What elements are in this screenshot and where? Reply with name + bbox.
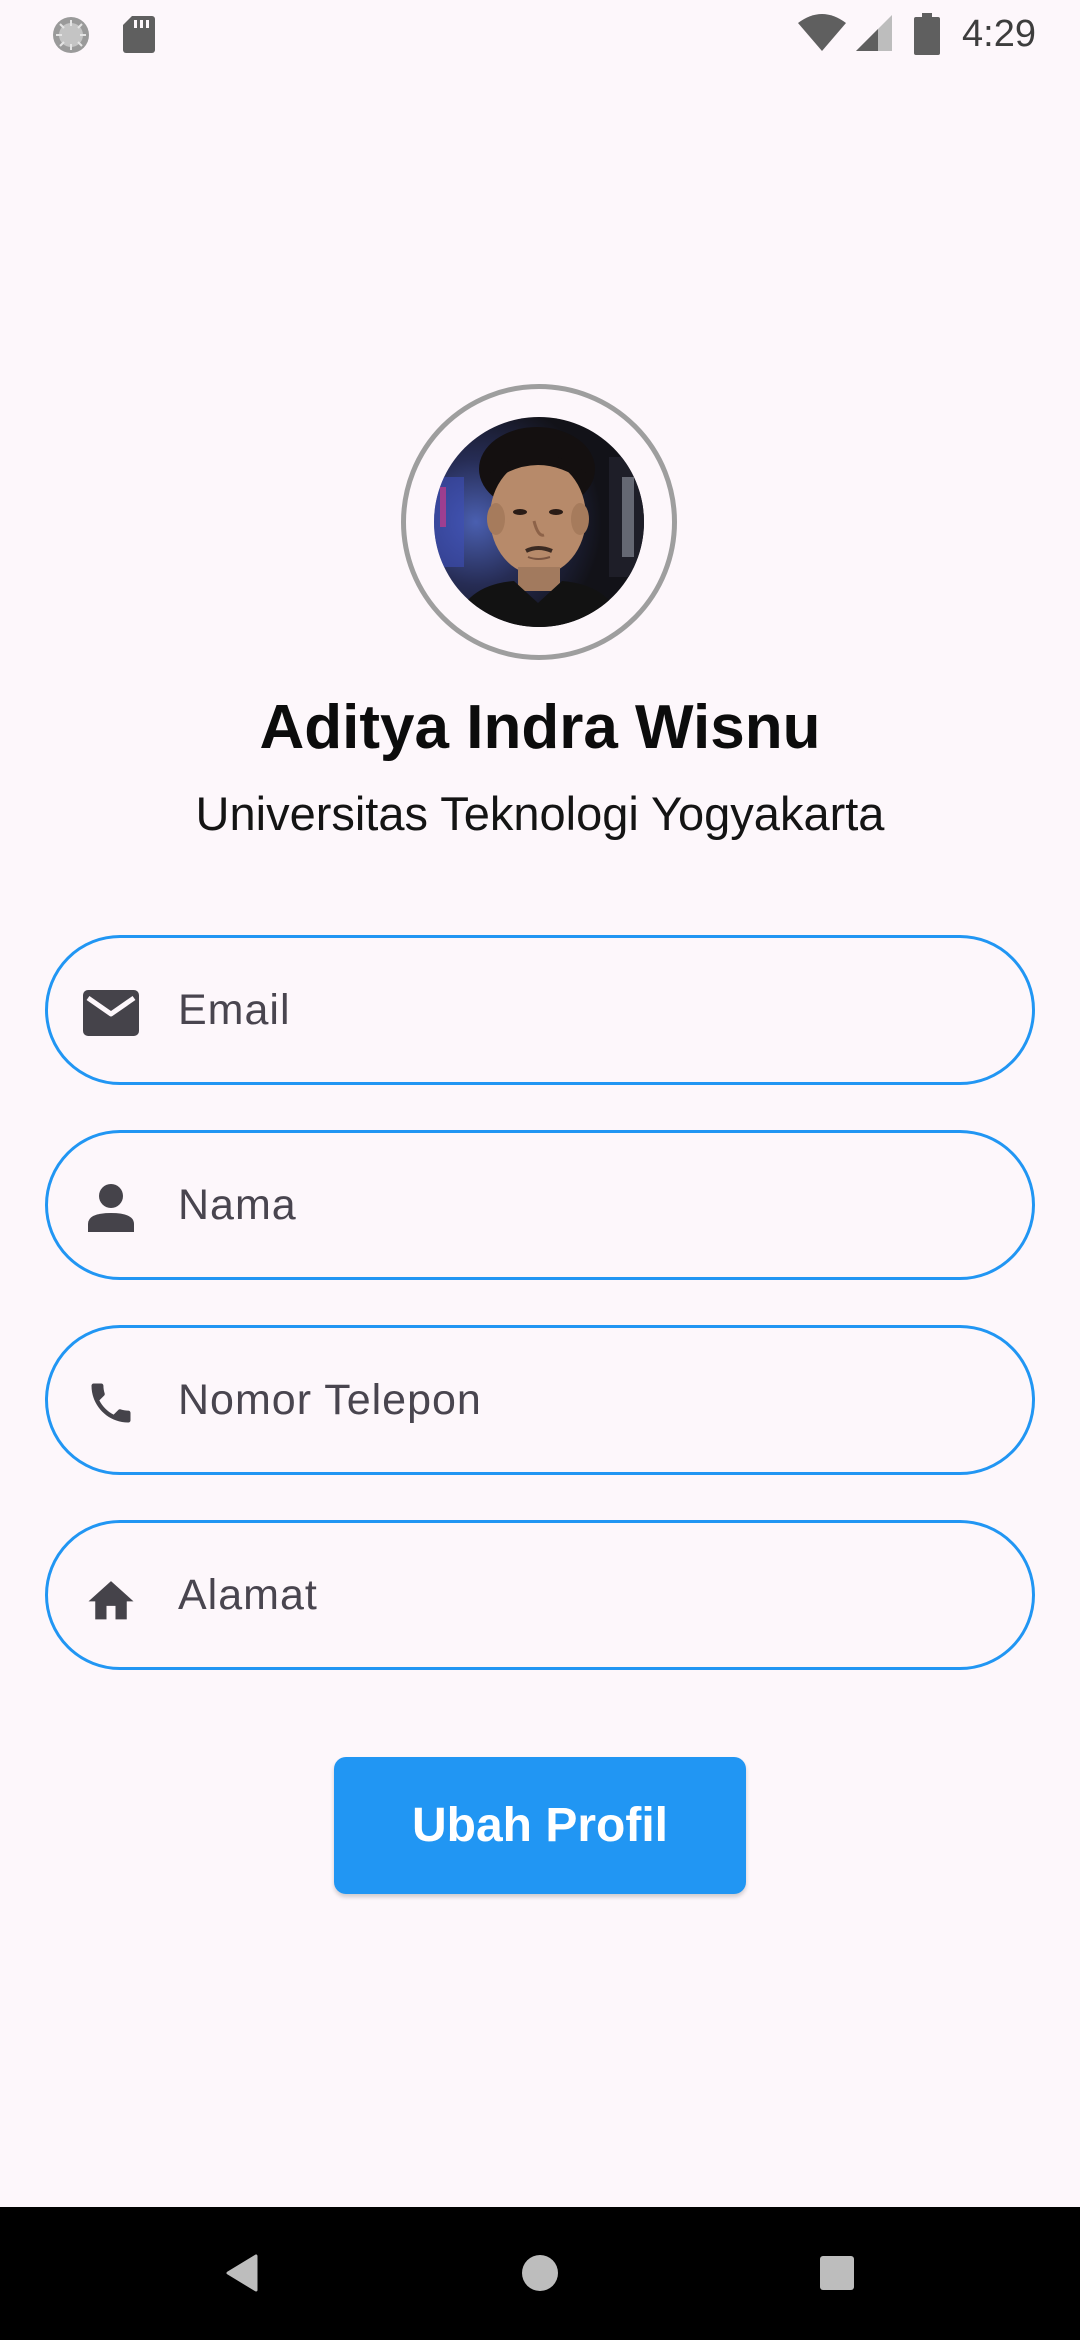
- address-field[interactable]: [45, 1520, 1035, 1670]
- wifi-icon: [798, 13, 846, 58]
- email-input[interactable]: [178, 938, 998, 1082]
- avatar[interactable]: [401, 384, 677, 660]
- recents-square-icon[interactable]: [807, 2243, 867, 2303]
- phone-field[interactable]: [45, 1325, 1035, 1475]
- signal-icon: [854, 13, 894, 58]
- battery-icon: [914, 13, 940, 60]
- phone-input[interactable]: [178, 1328, 998, 1472]
- email-field[interactable]: [45, 935, 1035, 1085]
- name-field[interactable]: [45, 1130, 1035, 1280]
- mail-icon: [83, 985, 139, 1041]
- sd-card-icon: [122, 14, 156, 59]
- person-icon: [83, 1180, 139, 1236]
- profile-name: Aditya Indra Wisnu: [259, 693, 821, 762]
- profile-photo: [434, 417, 644, 627]
- status-bar: 4:29: [0, 0, 1080, 70]
- phone-icon: [83, 1375, 139, 1431]
- profile-university: Universitas Teknologi Yogyakarta: [195, 787, 885, 840]
- edit-profile-button[interactable]: Ubah Profil: [334, 1757, 746, 1894]
- name-input[interactable]: [178, 1133, 998, 1277]
- home-icon: [83, 1570, 139, 1626]
- loading-circle-icon: [50, 14, 92, 61]
- navigation-bar: [0, 2207, 1080, 2340]
- back-icon[interactable]: [212, 2243, 272, 2303]
- status-time: 4:29: [962, 13, 1036, 55]
- address-input[interactable]: [178, 1523, 998, 1667]
- home-circle-icon[interactable]: [510, 2243, 570, 2303]
